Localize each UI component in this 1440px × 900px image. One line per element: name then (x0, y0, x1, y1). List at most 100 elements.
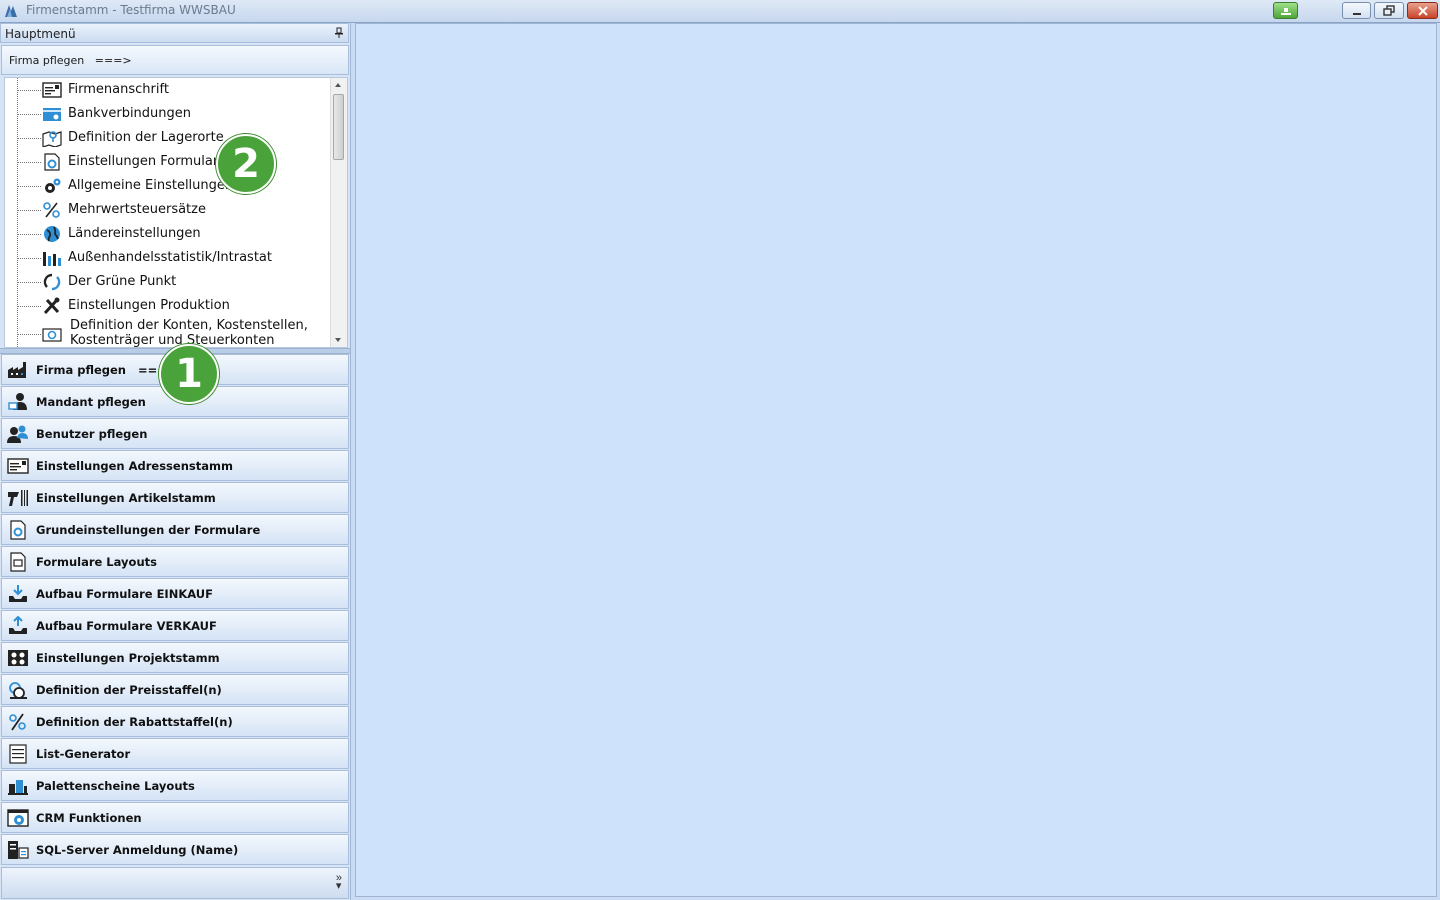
recycle-icon (43, 273, 61, 291)
tree-item-label: Bankverbindungen (68, 106, 192, 121)
nav-item-formulare-layouts[interactable]: Formulare Layouts (1, 546, 349, 577)
nav-item-label: Firma pflegen ===> (36, 363, 177, 377)
scroll-thumb[interactable] (333, 94, 344, 160)
restore-icon (1383, 5, 1395, 16)
status-icon-button[interactable] (1273, 2, 1298, 19)
percent-icon (43, 202, 60, 218)
nav-footer: » ▾ (1, 867, 349, 899)
nav-item-label: CRM Funktionen (36, 811, 142, 825)
panel-title: Hauptmenü (5, 27, 76, 41)
scroll-down-icon[interactable] (335, 338, 341, 342)
project-icon (8, 650, 28, 666)
nav-item-einkauf[interactable]: Aufbau Formulare EINKAUF (1, 578, 349, 609)
nav-item-projektstamm[interactable]: Einstellungen Projektstamm (1, 642, 349, 673)
main-menu-panel: Hauptmenü Firma pflegen ===> Firmenansch… (0, 23, 351, 900)
tree-item-intrastat[interactable]: Außenhandelsstatistik/Intrastat (5, 246, 335, 270)
nav-item-crm[interactable]: CRM Funktionen (1, 802, 349, 833)
tree-item-label: Einstellungen Formulare (68, 154, 226, 169)
nav-item-label: Aufbau Formulare EINKAUF (36, 587, 213, 601)
nav-item-label: Benutzer pflegen (36, 427, 148, 441)
pallet-icon (8, 780, 28, 795)
tree-item-einstellungen-produktion[interactable]: Einstellungen Produktion (5, 294, 335, 318)
money-icon (42, 328, 62, 342)
factory-icon (8, 362, 26, 378)
crm-icon (7, 809, 29, 827)
bank-card-icon (43, 108, 61, 121)
client-icon (8, 393, 27, 410)
annotation-badge-2: 2 (216, 134, 276, 194)
tree-item-lagerorte[interactable]: Definition der Lagerorte (5, 126, 335, 150)
tree-item-einstellungen-formulare[interactable]: Einstellungen Formulare (5, 150, 335, 174)
tree-item-allgemeine-einstellungen[interactable]: Allgemeine Einstellungen (5, 174, 335, 198)
server-icon (8, 841, 29, 859)
tree-item-mehrwertsteuer[interactable]: Mehrwertsteuersätze (5, 198, 335, 222)
nav-item-label: List-Generator (36, 747, 131, 761)
chevron-double-down-icon[interactable]: » ▾ (336, 873, 342, 892)
tree-item-label: Einstellungen Produktion (68, 298, 230, 313)
address-card-icon (7, 458, 29, 474)
tree-item-firmenanschrift[interactable]: Firmenanschrift (5, 78, 335, 102)
tools-icon (43, 297, 60, 315)
address-card-icon (42, 82, 62, 98)
nav-item-palettenscheine[interactable]: Palettenscheine Layouts (1, 770, 349, 801)
nav-item-list-generator[interactable]: List-Generator (1, 738, 349, 769)
tree-item-label: Der Grüne Punkt (68, 274, 177, 289)
tree-view: Firmenanschrift Bankverbindungen Definit… (4, 77, 348, 348)
price-scale-icon (9, 682, 27, 699)
nav-item-adressenstamm[interactable]: Einstellungen Adressenstamm (1, 450, 349, 481)
tree-item-gruener-punkt[interactable]: Der Grüne Punkt (5, 270, 335, 294)
restore-button[interactable] (1374, 2, 1404, 19)
barcode-scanner-icon (8, 490, 28, 506)
tree-item-label: Allgemeine Einstellungen (68, 178, 234, 193)
nav-item-benutzer-pflegen[interactable]: Benutzer pflegen (1, 418, 349, 449)
main-content-area (355, 23, 1437, 897)
nav-item-preisstaffel[interactable]: Definition der Preisstaffel(n) (1, 674, 349, 705)
list-icon (9, 744, 27, 764)
nav-item-label: SQL-Server Anmeldung (Name) (36, 843, 239, 857)
nav-item-sql-server[interactable]: SQL-Server Anmeldung (Name) (1, 834, 349, 865)
window-title: Firmenstamm - Testfirma WWSBAU (26, 3, 236, 17)
nav-item-label: Einstellungen Projektstamm (36, 651, 220, 665)
tree-item-label: Firmenanschrift (68, 82, 169, 97)
map-pin-icon (42, 131, 62, 147)
tray-icon (1280, 8, 1291, 15)
nav-item-artikelstamm[interactable]: Einstellungen Artikelstamm (1, 482, 349, 513)
nav-item-label: Einstellungen Adressenstamm (36, 459, 233, 473)
pin-icon[interactable] (334, 27, 344, 39)
nav-item-verkauf[interactable]: Aufbau Formulare VERKAUF (1, 610, 349, 641)
gears-icon (45, 178, 61, 193)
tree-item-label: Ländereinstellungen (68, 226, 201, 241)
scroll-up-icon[interactable] (335, 83, 341, 87)
nav-item-label: Formulare Layouts (36, 555, 157, 569)
tree-item-konten[interactable]: Definition der Konten, Kostenstellen, Ko… (5, 318, 335, 347)
tree-scrollbar[interactable] (330, 78, 347, 347)
section-title: Firma pflegen ===> (1, 45, 349, 75)
inbox-download-icon (9, 585, 27, 602)
tree-item-bankverbindungen[interactable]: Bankverbindungen (5, 102, 335, 126)
nav-item-label: Grundeinstellungen der Formulare (36, 523, 261, 537)
discount-icon (9, 713, 26, 731)
nav-item-label: Definition der Rabattstaffel(n) (36, 715, 233, 729)
nav-item-label: Mandant pflegen (36, 395, 146, 409)
layout-icon (10, 552, 26, 572)
tree-item-laendereinstellungen[interactable]: Ländereinstellungen (5, 222, 335, 246)
bar-chart-icon (43, 252, 61, 266)
nav-item-label: Definition der Preisstaffel(n) (36, 683, 222, 697)
users-icon (7, 425, 28, 443)
panel-header: Hauptmenü (0, 23, 349, 43)
section-title-text: Firma pflegen ===> (9, 54, 132, 67)
minimize-icon (1352, 13, 1361, 15)
nav-item-rabattstaffel[interactable]: Definition der Rabattstaffel(n) (1, 706, 349, 737)
nav-item-grundeinstellungen-formulare[interactable]: Grundeinstellungen der Formulare (1, 514, 349, 545)
app-logo-icon (5, 5, 17, 17)
inbox-upload-icon (9, 616, 27, 634)
title-bar: Firmenstamm - Testfirma WWSBAU (0, 0, 1440, 23)
tree-item-label: Mehrwertsteuersätze (68, 202, 206, 217)
close-button[interactable] (1407, 2, 1438, 19)
form-settings-icon (10, 520, 26, 540)
tree-item-label: Definition der Konten, Kostenstellen, Ko… (70, 318, 308, 348)
nav-item-label: Aufbau Formulare VERKAUF (36, 619, 217, 633)
globe-icon (44, 226, 60, 242)
minimize-button[interactable] (1342, 2, 1371, 19)
nav-item-label: Einstellungen Artikelstamm (36, 491, 216, 505)
